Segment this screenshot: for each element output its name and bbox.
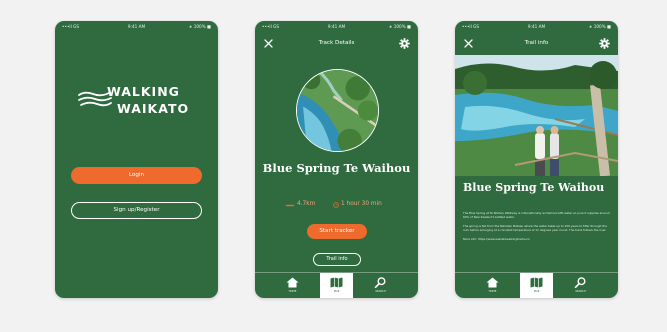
gear-icon[interactable] (599, 38, 610, 49)
trail-description: The Blue Spring at Te Waihou Walkway is … (463, 211, 611, 245)
tab-map[interactable]: MAP (320, 273, 353, 298)
tab-search[interactable]: SEARCH (564, 273, 597, 298)
status-bar: •••ll GS 9:41 AM ∗ 100% ■ (55, 21, 218, 31)
map-icon (530, 277, 543, 288)
tab-bar: HOME MAP SEARCH (255, 272, 418, 298)
path-icon (286, 204, 294, 207)
gear-icon[interactable] (399, 38, 410, 49)
tab-map[interactable]: MAP (520, 273, 553, 298)
status-bar: •••ll GS 9:41 AM ∗ 100% ■ (255, 21, 418, 31)
walking-waikato-logo: WALKING WAIKATO (77, 83, 197, 117)
home-icon (486, 277, 499, 288)
trail-more-info-link[interactable]: More info: https://www.waikatowalkingtra… (463, 237, 611, 241)
tab-search-label: SEARCH (375, 290, 386, 293)
tab-home[interactable]: HOME (476, 273, 509, 298)
blue-spring-aerial-image (297, 70, 378, 151)
track-photo (296, 69, 379, 152)
status-bar: •••ll GS 9:41 AM ∗ 100% ■ (455, 21, 618, 31)
battery-indicator: ∗ 100% ■ (188, 24, 211, 29)
tab-map-label: MAP (333, 290, 340, 293)
battery-indicator: ∗ 100% ■ (388, 24, 411, 29)
track-stats: 4.7km 1 hour 30 min (255, 201, 418, 211)
clock-icon (333, 202, 339, 208)
tab-bar: HOME MAP SEARCH (455, 272, 618, 298)
search-icon (574, 277, 586, 288)
trail-info-button[interactable]: Trail info (313, 253, 361, 266)
tab-search-label: SEARCH (575, 290, 586, 293)
trail-photo (455, 55, 618, 176)
logo-line-2: WAIKATO (117, 101, 190, 116)
track-title: Blue Spring Te Waihou (262, 161, 411, 175)
track-details-screen: •••ll GS 9:41 AM ∗ 100% ■ Track Details (255, 21, 418, 298)
map-icon (330, 277, 343, 288)
home-icon (286, 277, 299, 288)
login-screen: •••ll GS 9:41 AM ∗ 100% ■ WALKING WAIKAT… (55, 21, 218, 298)
trail-info-screen: •••ll GS 9:41 AM ∗ 100% ■ Trail info Blu… (455, 21, 618, 298)
screen-title: Track Details (318, 40, 355, 46)
screen-title: Trail info (524, 40, 549, 46)
tab-home[interactable]: HOME (276, 273, 309, 298)
trail-paragraph: The spring is fed from the Mamaku Platea… (463, 223, 607, 233)
battery-indicator: ∗ 100% ■ (588, 24, 611, 29)
logo-line-1: WALKING (107, 84, 180, 99)
duration-value: 1 hour 30 min (341, 201, 382, 207)
trail-paragraph: The Blue Spring at Te Waihou Walkway is … (463, 211, 610, 220)
mockup-stage: •••ll GS 9:41 AM ∗ 100% ■ WALKING WAIKAT… (0, 0, 667, 332)
tab-home-label: HOME (288, 290, 297, 293)
login-button[interactable]: Login (71, 167, 202, 184)
tab-home-label: HOME (488, 290, 497, 293)
trail-title: Blue Spring Te Waihou (463, 181, 605, 194)
search-icon (374, 277, 386, 288)
tab-search[interactable]: SEARCH (364, 273, 397, 298)
start-tracker-button[interactable]: Start tracker (307, 224, 367, 239)
signup-register-button[interactable]: Sign up/Register (71, 202, 202, 219)
tab-map-label: MAP (533, 290, 540, 293)
blue-spring-walkers-image (455, 55, 618, 176)
distance-value: 4.7km (297, 201, 316, 207)
